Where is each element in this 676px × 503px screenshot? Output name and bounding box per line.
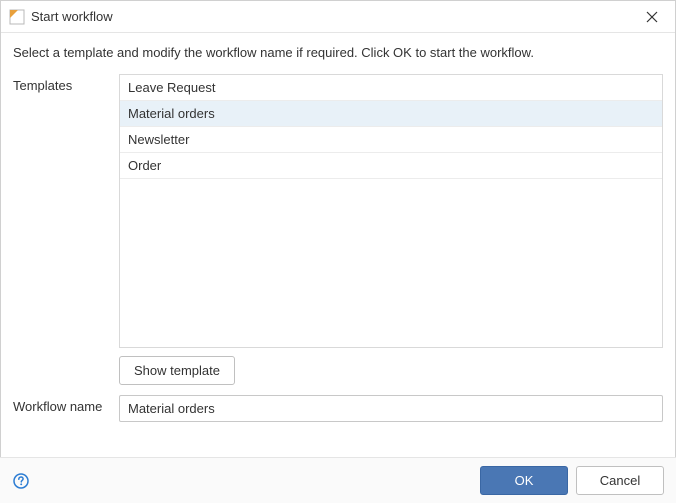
workflow-name-input[interactable] <box>119 395 663 422</box>
titlebar: Start workflow <box>1 1 675 33</box>
dialog-footer: OK Cancel <box>0 457 676 503</box>
list-item[interactable]: Leave Request <box>120 75 662 101</box>
templates-listbox[interactable]: Leave RequestMaterial ordersNewsletterOr… <box>119 74 663 348</box>
cancel-button[interactable]: Cancel <box>576 466 664 495</box>
dialog-title: Start workflow <box>31 9 637 24</box>
list-item[interactable]: Newsletter <box>120 127 662 153</box>
workflow-name-row: Workflow name <box>13 395 663 422</box>
close-button[interactable] <box>637 2 667 32</box>
list-item[interactable]: Material orders <box>120 101 662 127</box>
templates-field: Leave RequestMaterial ordersNewsletterOr… <box>119 74 663 385</box>
app-icon <box>9 9 25 25</box>
dialog-content: Select a template and modify the workflo… <box>1 33 675 422</box>
ok-button[interactable]: OK <box>480 466 568 495</box>
templates-row: Templates Leave RequestMaterial ordersNe… <box>13 74 663 385</box>
help-icon <box>13 473 29 489</box>
help-button[interactable] <box>12 472 30 490</box>
templates-label: Templates <box>13 74 119 385</box>
list-item[interactable]: Order <box>120 153 662 179</box>
workflow-name-label: Workflow name <box>13 395 119 422</box>
instruction-text: Select a template and modify the workflo… <box>13 45 663 60</box>
close-icon <box>646 11 658 23</box>
show-template-button[interactable]: Show template <box>119 356 235 385</box>
